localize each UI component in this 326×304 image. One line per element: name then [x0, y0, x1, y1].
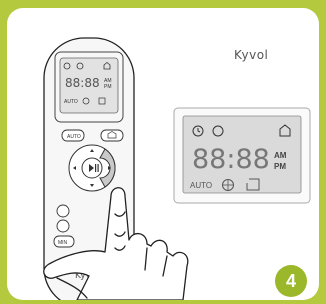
- instruction-card: Kyvol 88:88 AM PM AUTO AUTO MIN Kyvol 88…: [7, 8, 319, 300]
- schedule-button: [56, 219, 70, 233]
- outer-frame: Kyvol 88:88 AM PM AUTO AUTO MIN Kyvol 88…: [0, 0, 326, 304]
- remote-auto: AUTO: [64, 99, 78, 105]
- zoomed-display: 88:88 AM PM AUTO: [173, 107, 311, 204]
- display-time: 88:88: [192, 144, 270, 175]
- display-am: AM: [274, 151, 287, 160]
- display-pm: PM: [274, 162, 286, 171]
- svg-text:MIN: MIN: [58, 240, 68, 246]
- svg-text:AUTO: AUTO: [67, 134, 81, 140]
- step-number-badge: 4: [275, 265, 307, 297]
- illustration: 88:88 AM PM AUTO AUTO MIN Kyvol 88:88 AM…: [43, 37, 311, 300]
- timer-button: [56, 204, 70, 218]
- remote-pm: PM: [104, 84, 112, 90]
- remote-time: 88:88: [65, 76, 100, 90]
- display-auto: AUTO: [190, 181, 212, 190]
